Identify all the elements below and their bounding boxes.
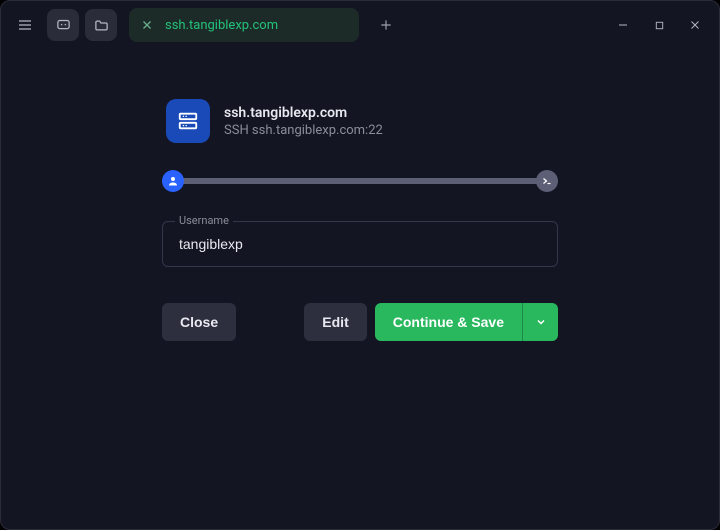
- minimize-button[interactable]: [607, 9, 639, 41]
- server-icon: [177, 110, 199, 132]
- app-window: ssh.tangiblexp.com: [0, 0, 720, 530]
- host-detail: SSH ssh.tangiblexp.com:22: [224, 123, 383, 138]
- username-label: Username: [175, 214, 233, 227]
- tab-title: ssh.tangiblexp.com: [165, 18, 278, 33]
- button-row: Close Edit Continue & Save: [162, 303, 558, 341]
- new-tab-button[interactable]: [371, 10, 401, 40]
- folder-icon: [94, 18, 109, 33]
- host-avatar: [166, 99, 210, 143]
- continue-options-button[interactable]: [522, 303, 558, 341]
- tab-active[interactable]: ssh.tangiblexp.com: [129, 8, 359, 42]
- assistant-button[interactable]: [47, 9, 79, 41]
- files-button[interactable]: [85, 9, 117, 41]
- username-field[interactable]: Username: [162, 221, 558, 267]
- chat-icon: [56, 18, 71, 33]
- step-progress: [162, 169, 558, 193]
- hamburger-icon: [17, 17, 33, 33]
- minimize-icon: [617, 19, 629, 31]
- connection-panel: ssh.tangiblexp.com SSH ssh.tangiblexp.co…: [162, 99, 558, 529]
- chevron-down-icon: [535, 316, 547, 328]
- menu-button[interactable]: [9, 9, 41, 41]
- close-window-button[interactable]: [679, 9, 711, 41]
- close-button[interactable]: Close: [162, 303, 236, 341]
- host-name: ssh.tangiblexp.com: [224, 105, 383, 121]
- step-terminal-dot: [536, 170, 558, 192]
- maximize-button[interactable]: [643, 9, 675, 41]
- host-text: ssh.tangiblexp.com SSH ssh.tangiblexp.co…: [224, 105, 383, 138]
- titlebar: ssh.tangiblexp.com: [1, 1, 719, 49]
- username-input[interactable]: [177, 235, 543, 253]
- main-content: ssh.tangiblexp.com SSH ssh.tangiblexp.co…: [1, 49, 719, 529]
- continue-split-button: Continue & Save: [375, 303, 558, 341]
- close-icon: [689, 19, 701, 31]
- maximize-icon: [654, 20, 665, 31]
- continue-save-button[interactable]: Continue & Save: [375, 303, 522, 341]
- tab-close-button[interactable]: [141, 19, 155, 31]
- close-icon: [141, 19, 153, 31]
- plus-icon: [379, 18, 393, 32]
- terminal-icon: [541, 175, 553, 187]
- progress-line: [174, 178, 546, 184]
- step-credentials-dot: [162, 170, 184, 192]
- user-icon: [167, 175, 179, 187]
- window-controls: [607, 9, 711, 41]
- edit-button[interactable]: Edit: [304, 303, 366, 341]
- host-header: ssh.tangiblexp.com SSH ssh.tangiblexp.co…: [162, 99, 558, 143]
